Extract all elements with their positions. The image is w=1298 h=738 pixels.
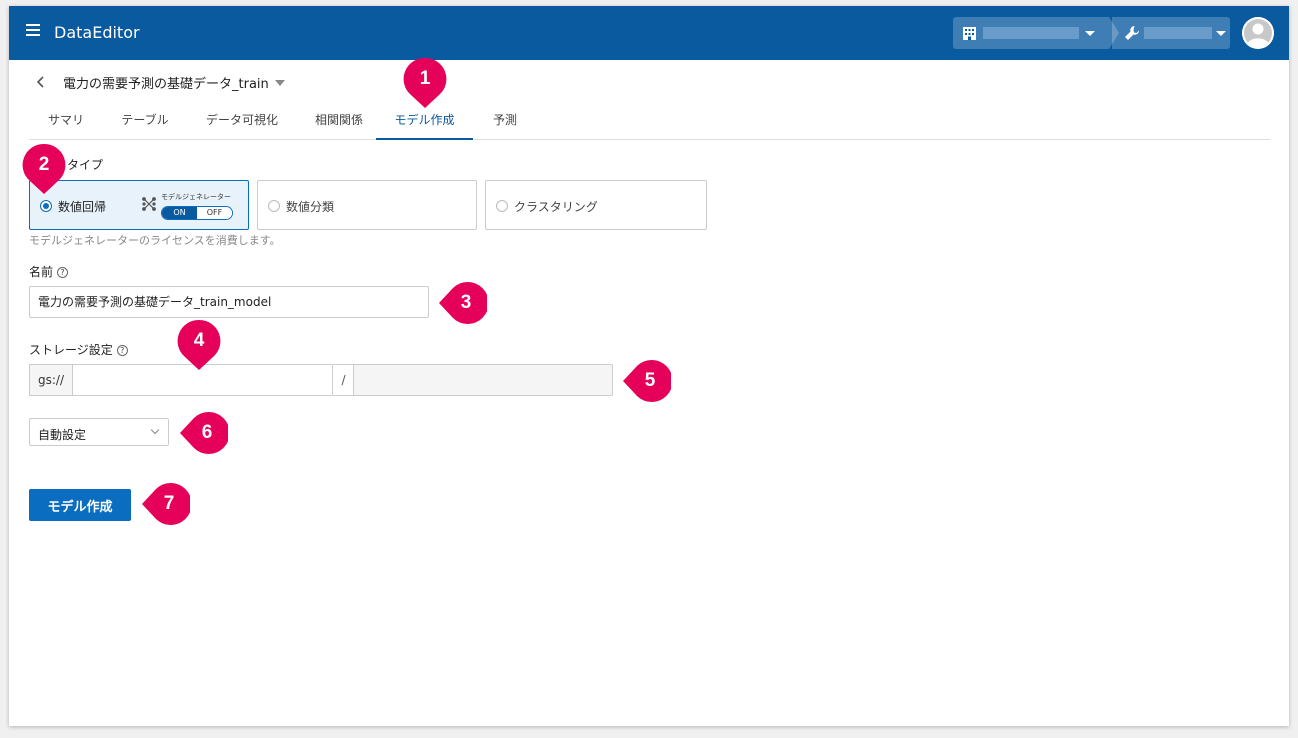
model-name-input[interactable]: 電力の需要予測の基礎データ_train_model xyxy=(29,286,429,318)
project-selector[interactable] xyxy=(1112,17,1230,49)
top-bar: DataEditor xyxy=(9,6,1289,60)
callout-marker-1: 1 xyxy=(402,56,448,108)
toggle-off[interactable]: OFF xyxy=(197,207,232,219)
chevron-down-icon xyxy=(150,425,160,435)
dataset-title: 電力の需要予測の基礎データ_train xyxy=(63,76,269,92)
app-title: DataEditor xyxy=(54,23,140,42)
callout-number: 5 xyxy=(644,370,656,391)
tab-summary[interactable]: サマリ xyxy=(29,105,103,140)
callout-number: 4 xyxy=(193,330,205,351)
callout-number: 3 xyxy=(460,292,472,313)
model-generator-icon xyxy=(142,197,156,211)
wrench-icon xyxy=(1125,25,1139,40)
callout-marker-3: 3 xyxy=(439,280,487,326)
storage-mode-value: 自動設定 xyxy=(38,428,87,442)
callout-number: 6 xyxy=(201,422,213,443)
organization-selector[interactable] xyxy=(953,17,1109,49)
hamburger-menu-icon[interactable] xyxy=(26,24,40,38)
type-option-classification[interactable]: 数値分類 xyxy=(257,180,477,230)
name-label: 名前 xyxy=(29,265,54,279)
storage-separator: / xyxy=(333,364,354,396)
building-icon xyxy=(963,27,976,40)
storage-label-row: ストレージ設定? xyxy=(29,341,128,358)
user-avatar[interactable] xyxy=(1242,17,1274,49)
model-generator-label: モデルジェネレーター xyxy=(161,193,231,201)
tab-table[interactable]: テーブル xyxy=(109,105,181,140)
caret-down-icon xyxy=(1216,31,1226,36)
radio-clustering[interactable] xyxy=(496,200,508,212)
toggle-on[interactable]: ON xyxy=(162,207,197,219)
dataset-breadcrumb: 電力の需要予測の基礎データ_train xyxy=(35,72,285,92)
model-generator-toggle[interactable]: ON OFF xyxy=(161,206,233,220)
create-model-button[interactable]: モデル作成 xyxy=(29,489,131,521)
back-chevron-icon[interactable] xyxy=(35,75,47,89)
radio-classification[interactable] xyxy=(268,200,280,212)
callout-marker-6: 6 xyxy=(180,410,228,456)
dataset-dropdown-icon[interactable] xyxy=(274,80,285,86)
callout-number: 7 xyxy=(163,493,175,514)
callout-number: 2 xyxy=(38,154,50,175)
caret-down-icon xyxy=(1085,31,1095,36)
tab-bar: サマリ テーブル データ可視化 相関関係 モデル作成 予測 xyxy=(29,105,1270,140)
callout-marker-7: 7 xyxy=(142,481,190,527)
app-window: DataEditor 電力の需要予測の基礎データ_train サマリ テーブル … xyxy=(9,6,1289,726)
organization-value xyxy=(983,27,1079,39)
callout-marker-5: 5 xyxy=(623,358,671,404)
type-label: タイプ xyxy=(67,158,104,172)
tab-prediction[interactable]: 予測 xyxy=(481,105,529,140)
storage-path-input[interactable] xyxy=(353,364,613,396)
storage-label: ストレージ設定 xyxy=(29,343,113,357)
project-value xyxy=(1144,27,1212,39)
name-label-row: 名前? xyxy=(29,263,69,280)
storage-prefix: gs:// xyxy=(29,364,73,396)
user-icon xyxy=(1242,17,1274,49)
callout-marker-2: 2 xyxy=(21,142,67,194)
license-note: モデルジェネレーターのライセンスを消費します。 xyxy=(29,234,281,247)
callout-marker-4: 4 xyxy=(176,318,222,370)
type-clustering-label: クラスタリング xyxy=(514,200,598,214)
help-icon[interactable]: ? xyxy=(57,267,69,278)
storage-mode-select[interactable]: 自動設定 xyxy=(29,418,169,446)
type-option-clustering[interactable]: クラスタリング xyxy=(485,180,707,230)
tab-visualization[interactable]: データ可視化 xyxy=(195,105,289,140)
callout-number: 1 xyxy=(419,68,431,89)
type-classification-label: 数値分類 xyxy=(286,200,335,214)
tab-correlation[interactable]: 相関関係 xyxy=(301,105,377,140)
help-icon[interactable]: ? xyxy=(116,345,128,356)
